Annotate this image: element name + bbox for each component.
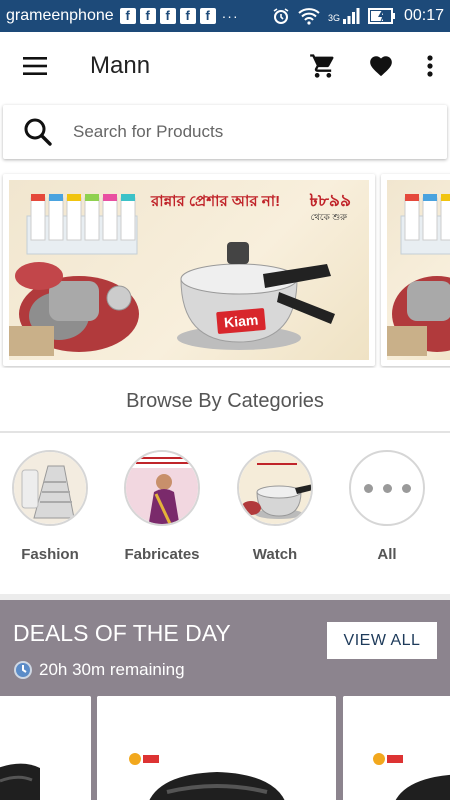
remaining-time: 20h 30m remaining: [39, 660, 185, 679]
overflow-menu-button[interactable]: [410, 32, 450, 100]
meat-grinder-illustration: [9, 262, 139, 356]
status-bar: grameenphone f f f f f ··· 3G 00:17: [0, 0, 450, 32]
categories-section: Browse By Categories Fashion Fabricates: [0, 368, 450, 594]
pressure-cooker-illustration: [177, 242, 335, 350]
view-all-button[interactable]: VIEW ALL: [327, 622, 437, 659]
category-label: Watch: [252, 546, 298, 563]
category-image: [12, 450, 88, 526]
alarm-icon: [273, 8, 289, 24]
search-section: [0, 100, 450, 170]
more-notifications-icon: ···: [221, 8, 239, 24]
facebook-icon: f: [159, 8, 176, 24]
search-input[interactable]: [73, 122, 413, 142]
category-image: [124, 450, 200, 526]
search-bar[interactable]: [3, 105, 447, 159]
banner-price-note: থেকে শুরু: [310, 212, 347, 222]
more-vert-icon: [427, 55, 433, 77]
cooker-illustration: [239, 452, 311, 524]
category-all[interactable]: All: [337, 450, 437, 563]
more-icon: [349, 450, 425, 526]
banner-image: রান্নার প্রেশার আর না! ৳৮৯৯ থেকে শুরু Ki…: [9, 180, 369, 360]
banner-headline: রান্নার প্রেশার আর না!: [151, 193, 281, 210]
wifi-icon: [298, 8, 320, 25]
cart-icon: [310, 54, 334, 78]
category-image: [237, 450, 313, 526]
deal-card[interactable]: [97, 696, 336, 800]
signal-icon: [342, 8, 360, 24]
battery-charging-icon: [367, 8, 395, 24]
category-label: All: [377, 546, 397, 563]
carrier-name: grameenphone: [6, 7, 114, 24]
facebook-icon: f: [199, 8, 216, 24]
clock-icon: [14, 661, 32, 679]
product-image: [0, 696, 91, 800]
app-bar: Mann: [0, 32, 450, 100]
deals-section: DEALS OF THE DAY VIEW ALL 20h 30m remain…: [0, 600, 450, 800]
divider: [0, 431, 450, 433]
deal-timer: 20h 30m remaining: [13, 660, 185, 680]
product-image: [343, 696, 450, 800]
deals-title: DEALS OF THE DAY: [13, 620, 231, 646]
category-fashion[interactable]: Fashion: [0, 450, 100, 563]
saree-model-illustration: [126, 452, 198, 524]
menu-button[interactable]: [0, 32, 70, 100]
product-image: [97, 696, 336, 800]
banner-carousel[interactable]: রান্নার প্রেশার আর না! ৳৮৯৯ থেকে শুরু Ki…: [0, 170, 450, 368]
meat-grinder-illustration: [387, 276, 450, 356]
heart-icon: [370, 56, 392, 77]
category-watch[interactable]: Watch: [225, 450, 325, 563]
brand-label: Kiam: [216, 307, 267, 335]
facebook-icon: f: [139, 8, 156, 24]
banner-slide[interactable]: রান্নার প্রেশার আর না! ৳৮৯৯ থেকে শুরু Ki…: [3, 174, 375, 366]
category-fabricates[interactable]: Fabricates: [112, 450, 212, 563]
app-title: Mann: [90, 52, 151, 79]
facebook-icon: f: [119, 8, 136, 24]
categories-heading: Browse By Categories: [126, 390, 324, 412]
wishlist-button[interactable]: [352, 32, 410, 100]
banner-slide-next[interactable]: [381, 174, 450, 366]
clock: 00:17: [403, 7, 444, 24]
cart-button[interactable]: [294, 32, 352, 100]
deal-card[interactable]: [343, 696, 450, 800]
banner-image-next: [387, 180, 450, 360]
facebook-icon: f: [179, 8, 196, 24]
network-type: 3G: [327, 13, 340, 23]
category-label: Fabricates: [124, 546, 200, 563]
category-label: Fashion: [21, 546, 79, 563]
menu-icon: [23, 57, 47, 75]
notification-icons: f f f f f: [119, 8, 216, 24]
deal-card[interactable]: [0, 696, 91, 800]
search-icon: [3, 117, 73, 147]
grater-illustration: [14, 452, 86, 524]
